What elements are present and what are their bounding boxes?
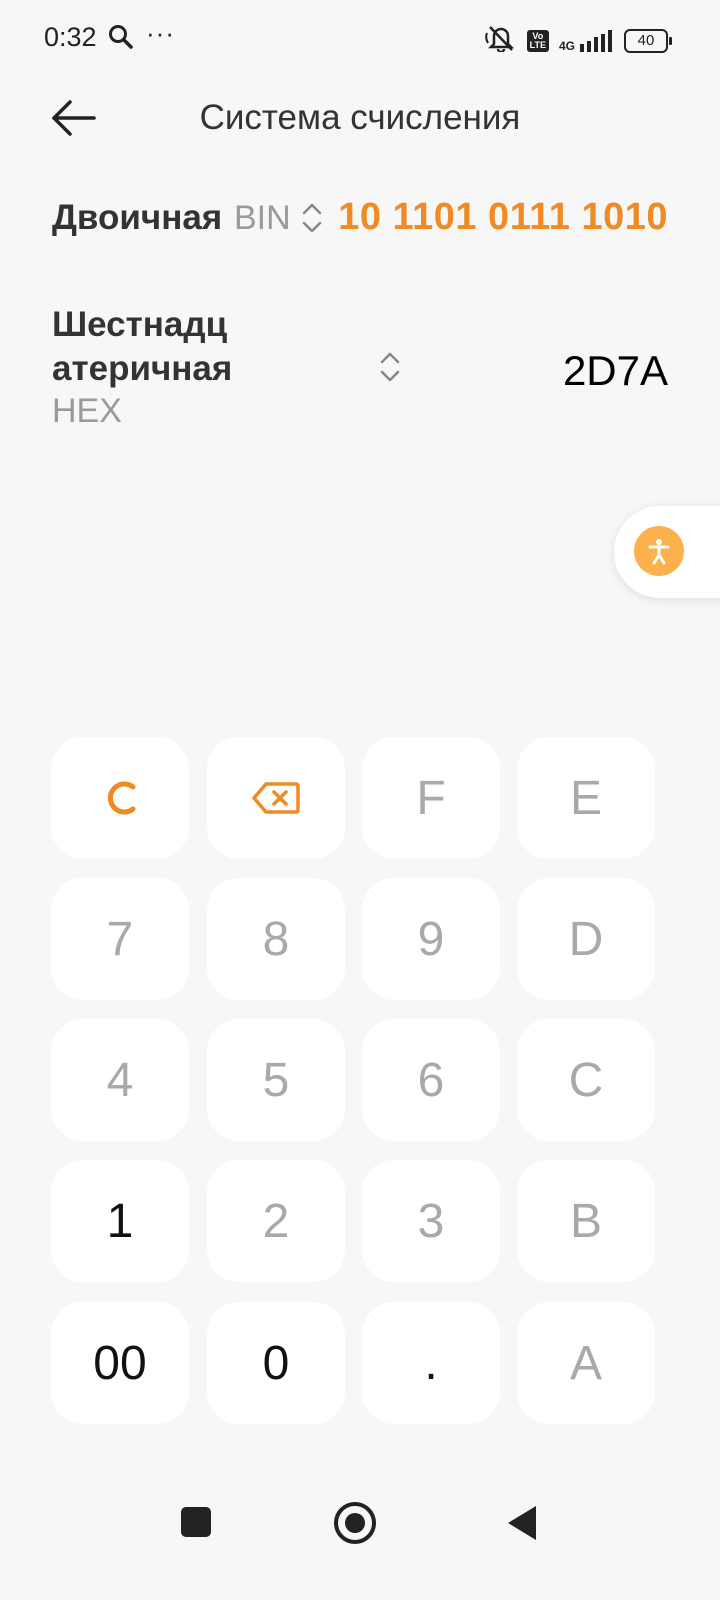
clear-button[interactable]: [51, 737, 189, 859]
key-3[interactable]: 3: [362, 1160, 500, 1282]
volte-icon: Vo LTE: [526, 29, 549, 52]
source-system-label: Двоичная: [52, 198, 223, 237]
accessibility-icon: [648, 539, 670, 565]
key-e[interactable]: E: [517, 737, 655, 859]
key-decimal-point[interactable]: .: [362, 1302, 500, 1424]
target-system-label: Шестнадц атеричная: [52, 305, 233, 388]
key-a[interactable]: A: [517, 1302, 655, 1424]
key-2[interactable]: 2: [207, 1160, 345, 1282]
chevron-up-down-icon: [302, 203, 322, 233]
key-4[interactable]: 4: [51, 1019, 189, 1141]
clear-c-icon: [107, 781, 136, 815]
page-title: Система счисления: [199, 98, 521, 137]
key-00[interactable]: 00: [51, 1302, 189, 1424]
backspace-icon: [252, 782, 300, 814]
key-1[interactable]: 1: [51, 1160, 189, 1282]
source-system-code: BIN: [234, 199, 291, 237]
source-system-selector[interactable]: [300, 200, 324, 241]
recent-apps-button[interactable]: [181, 1507, 211, 1537]
key-d[interactable]: D: [517, 878, 655, 1000]
key-9[interactable]: 9: [362, 878, 500, 1000]
target-value[interactable]: 2D7A: [563, 347, 668, 395]
system-back-button[interactable]: [508, 1506, 536, 1540]
source-number-row[interactable]: Двоичная BIN 10 1101 0111 1010: [52, 194, 668, 244]
key-b[interactable]: B: [517, 1160, 655, 1282]
status-bar: 0:32 ··· Vo LTE 4G 40: [0, 0, 720, 78]
signal-4g-icon: 4G: [559, 29, 614, 52]
target-system-code: HEX: [52, 392, 122, 430]
home-button[interactable]: [334, 1502, 376, 1544]
key-c[interactable]: C: [517, 1019, 655, 1141]
mute-bell-icon: [484, 24, 517, 57]
more-notifications-icon: ···: [146, 18, 175, 48]
search-icon: [108, 24, 134, 55]
key-f[interactable]: F: [362, 737, 500, 859]
backspace-button[interactable]: [207, 737, 345, 859]
target-number-row[interactable]: Шестнадц атеричная HEX 2D7A: [52, 303, 668, 433]
key-6[interactable]: 6: [362, 1019, 500, 1141]
floating-accessibility-panel: [614, 506, 720, 598]
accessibility-button[interactable]: [634, 526, 684, 576]
status-time: 0:32: [44, 22, 97, 52]
battery-icon: 40: [624, 28, 672, 53]
status-icons: Vo LTE 4G 40: [484, 24, 672, 57]
key-8[interactable]: 8: [207, 878, 345, 1000]
source-value[interactable]: 10 1101 0111 1010: [338, 196, 668, 239]
target-system-selector[interactable]: [378, 349, 402, 390]
key-0[interactable]: 0: [207, 1302, 345, 1424]
system-navigation-bar: [0, 1490, 720, 1554]
key-5[interactable]: 5: [207, 1019, 345, 1141]
key-7[interactable]: 7: [51, 878, 189, 1000]
chevron-up-down-icon: [380, 352, 400, 382]
